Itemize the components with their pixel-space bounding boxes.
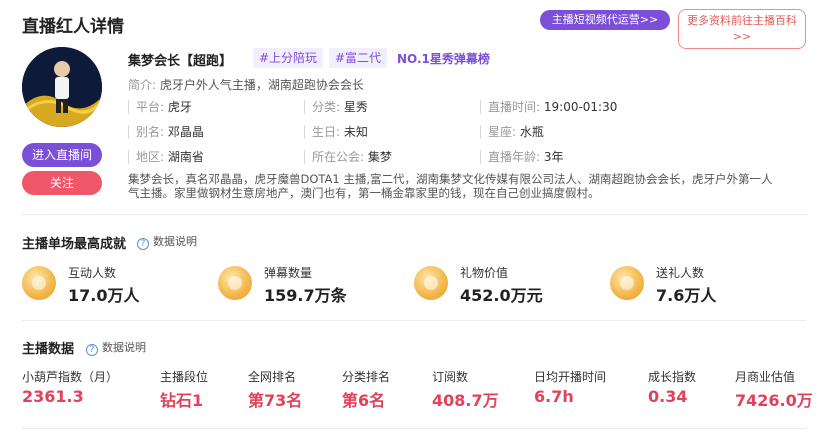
- data-label: 主播段位: [160, 370, 209, 384]
- info-category: 分类: 星秀: [312, 100, 368, 114]
- data-value: 0.34: [648, 387, 688, 406]
- follow-button[interactable]: 关注: [22, 171, 102, 195]
- info-years: 直播年龄: 3年: [488, 150, 564, 164]
- data-label: 全网排名: [248, 370, 297, 384]
- section-divider: [22, 214, 806, 215]
- stat-value: 17.0万人: [68, 286, 140, 305]
- best-record-help[interactable]: ? 数据说明: [137, 233, 197, 250]
- data-value: 408.7万: [432, 391, 499, 410]
- data-label: 月商业估值: [735, 370, 796, 384]
- gift-sender-icon: [610, 266, 644, 300]
- interaction-icon: [22, 266, 56, 300]
- data-value: 2361.3: [22, 387, 84, 406]
- data-label: 分类排名: [342, 370, 391, 384]
- data-label: 日均开播时间: [534, 370, 607, 384]
- help-icon: ?: [86, 344, 98, 356]
- description: 集梦会长，真名邓晶晶，虎牙魔兽DOTA1 主播,富二代，湖南集梦文化传媒有限公司…: [128, 172, 808, 200]
- gift-value-icon: [414, 266, 448, 300]
- intro-value: 虎牙户外人气主播，湖南超跑协会会长: [159, 78, 364, 92]
- tag-item[interactable]: #上分陪玩: [253, 48, 324, 68]
- stat-value: 7.6万人: [656, 286, 717, 305]
- info-divider: [128, 150, 129, 164]
- streamer-name: 集梦会长【超跑】: [128, 54, 233, 69]
- data-label: 订阅数: [432, 370, 469, 384]
- short-video-service-button[interactable]: 主播短视频代运营>>: [540, 10, 670, 30]
- best-record-title: 主播单场最高成就: [22, 237, 127, 252]
- info-guild: 所在公会: 集梦: [312, 150, 392, 164]
- info-divider: [304, 100, 305, 114]
- data-value: 第73名: [248, 391, 303, 410]
- info-divider: [304, 150, 305, 164]
- info-divider: [480, 125, 481, 139]
- info-divider: [304, 125, 305, 139]
- data-label: 小葫芦指数（月）: [22, 370, 119, 384]
- info-divider: [128, 125, 129, 139]
- info-platform: 平台: 虎牙: [136, 100, 192, 114]
- anchor-data-title: 主播数据: [22, 342, 75, 357]
- intro: 简介: 虎牙户外人气主播，湖南超跑协会会长: [128, 76, 364, 93]
- data-value: 6.7h: [534, 387, 574, 406]
- info-zodiac: 星座: 水瓶: [488, 125, 544, 139]
- stat-value: 159.7万条: [264, 286, 347, 305]
- intro-key: 简介:: [128, 78, 157, 92]
- stat-label: 礼物价值: [460, 266, 509, 280]
- data-value: 钻石1: [160, 391, 204, 410]
- help-icon: ?: [137, 238, 149, 250]
- section-divider: [22, 428, 806, 429]
- rank-tag[interactable]: NO.1星秀弹幕榜: [397, 50, 490, 67]
- barrage-icon: [218, 266, 252, 300]
- tag-item[interactable]: #富二代: [329, 48, 388, 68]
- stat-value: 452.0万元: [460, 286, 543, 305]
- info-divider: [480, 100, 481, 114]
- info-live-time: 直播时间: 19:00-01:30: [488, 100, 618, 114]
- wiki-link-button[interactable]: 更多资料前往主播百科 >>: [678, 9, 806, 49]
- section-divider: [22, 320, 806, 321]
- data-value: 第6名: [342, 391, 386, 410]
- wiki-link-label: 更多资料前往主播百科: [687, 14, 797, 27]
- info-divider: [128, 100, 129, 114]
- stat-label: 送礼人数: [656, 266, 705, 280]
- page-title: 直播红人详情: [22, 17, 124, 37]
- data-value: 7426.0万: [735, 391, 813, 410]
- data-label: 成长指数: [648, 370, 697, 384]
- stat-label: 互动人数: [68, 266, 117, 280]
- description-line: 集梦会长，真名邓晶晶，虎牙魔兽DOTA1 主播,富二代，湖南集梦文化传媒有限公司…: [128, 172, 773, 186]
- info-birthday: 生日: 未知: [312, 125, 368, 139]
- wiki-link-arrow: >>: [732, 30, 752, 43]
- stat-label: 弹幕数量: [264, 266, 313, 280]
- info-region: 地区: 湖南省: [136, 150, 204, 164]
- description-line: 气主播。家里做钢材生意房地产，澳门也有，第一桶金靠家里的钱，现在自己创业搞度假村…: [128, 186, 600, 200]
- info-alias: 别名: 邓晶晶: [136, 125, 204, 139]
- enter-live-room-button[interactable]: 进入直播间: [22, 143, 102, 167]
- anchor-data-help[interactable]: ? 数据说明: [86, 339, 146, 356]
- info-divider: [480, 150, 481, 164]
- avatar: [22, 47, 102, 127]
